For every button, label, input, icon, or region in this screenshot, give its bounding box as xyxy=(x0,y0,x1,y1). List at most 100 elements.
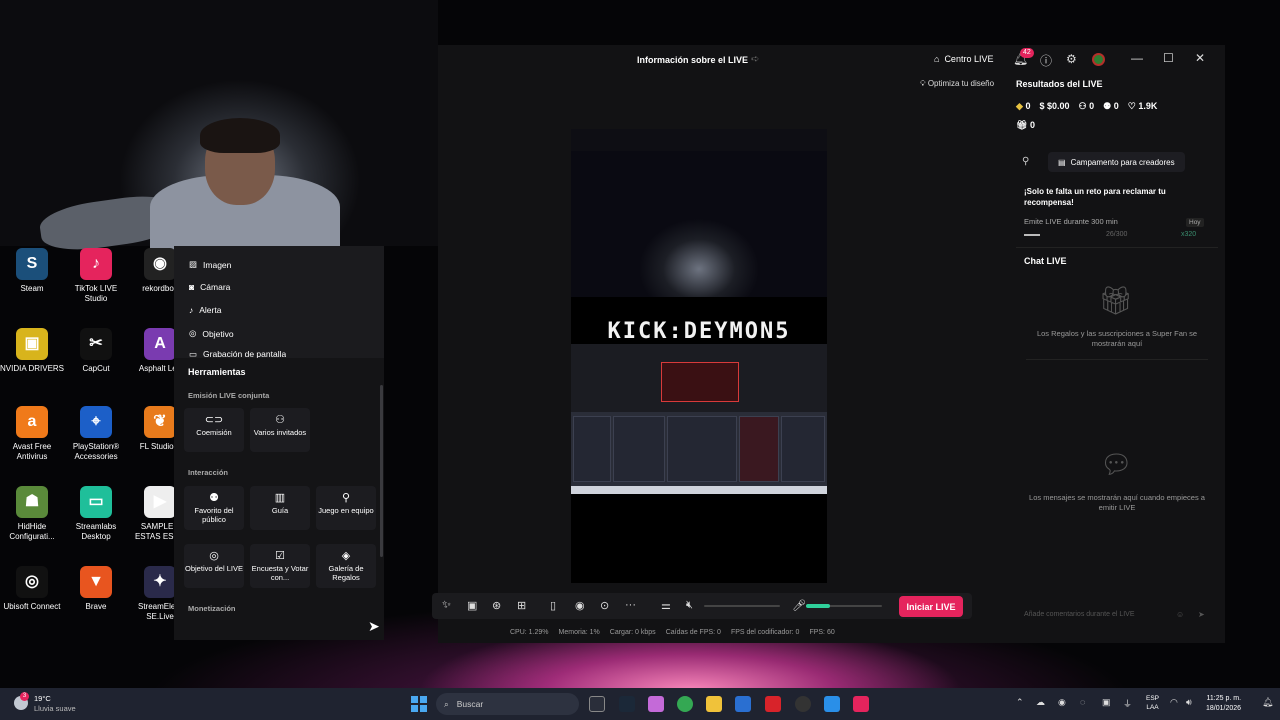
minimize-icon[interactable]: — xyxy=(1131,51,1143,65)
upload-stat: Cargar: 0 kbps xyxy=(609,629,656,636)
desktop-icon[interactable]: ▣ NVIDIA DRIVERS xyxy=(0,328,64,374)
source-imagen[interactable]: ▨ Imagen xyxy=(189,259,231,270)
language-indicator[interactable]: ESP LAA xyxy=(1146,694,1159,712)
desktop-icon[interactable]: ⌖ PlayStation® Accessories xyxy=(64,406,128,462)
asphalt-icon: A xyxy=(144,328,176,360)
wps-icon[interactable] xyxy=(765,696,781,712)
desktop-icon-label: Streamlabs Desktop xyxy=(75,522,117,541)
record-icon[interactable]: ◉ xyxy=(575,599,585,612)
stream-stats: CPU: 1.29% Memoria: 1% Cargar: 0 kbps Ca… xyxy=(510,629,835,636)
microphone-icon[interactable]: 🎤︎ xyxy=(792,599,806,612)
source-camara[interactable]: ◙ Cámara xyxy=(189,282,230,292)
desktop-icon[interactable]: a Avast Free Antivirus xyxy=(0,406,64,462)
preview-controls: ✨︎ ▣ ⊛ ⊞ ▯ ◉ ⊙ ··· ⚌ 🔇︎ 🎤︎ xyxy=(432,593,972,619)
gear-icon[interactable]: ⚙ xyxy=(1066,52,1077,66)
start-tile xyxy=(420,696,427,703)
challenge-reward: x320 xyxy=(1181,231,1197,238)
close-icon[interactable]: ✕ xyxy=(1195,51,1205,65)
layout-icon[interactable]: ⊞ xyxy=(517,599,526,612)
steam-taskbar-icon[interactable] xyxy=(619,696,635,712)
source-alerta[interactable]: ♪ Alerta xyxy=(189,305,221,315)
live-preview[interactable]: KICK:DEYMON5 xyxy=(571,129,827,583)
tray-app-icon[interactable]: ▣ xyxy=(1102,697,1111,708)
tool-guia[interactable]: ▥ Guía xyxy=(250,486,310,530)
optimize-layout-button[interactable]: 💡︎ Optimiza tu diseño xyxy=(920,79,994,89)
tiktok-live-studio-window: Información sobre el LIVE ➪ ⌂ Centro LIV… xyxy=(432,45,1225,643)
app-icon[interactable] xyxy=(824,696,840,712)
desktop-icon[interactable]: ▼ Brave xyxy=(64,566,128,612)
onedrive-icon[interactable]: ☁ xyxy=(1036,697,1045,708)
emoji-icon[interactable]: ☺ xyxy=(1176,610,1184,619)
chat-input[interactable]: Añade comentarios durante el LIVE xyxy=(1024,611,1174,618)
obs-icon[interactable] xyxy=(795,696,811,712)
encoder-fps-stat: FPS del codificador: 0 xyxy=(730,629,800,636)
maximize-icon[interactable]: ☐ xyxy=(1163,51,1174,65)
tool-favorito[interactable]: ⚉ Favorito del público xyxy=(184,486,244,530)
source-label: Grabación de pantalla xyxy=(203,350,287,358)
tool-objetivo-live[interactable]: ◎ Objetivo del LIVE xyxy=(184,544,244,588)
phone-icon[interactable]: ▯ xyxy=(550,599,556,612)
start-live-button[interactable]: Iniciar LIVE xyxy=(899,596,963,617)
chevron-up-icon[interactable]: ⌃ xyxy=(1016,697,1024,708)
gift-icon: 🎁︎ xyxy=(1016,120,1028,130)
desktop-icon[interactable]: ▭ Streamlabs Desktop xyxy=(64,486,128,542)
chrome-icon[interactable] xyxy=(677,696,693,712)
notifications-icon[interactable]: 🔔︎ xyxy=(1262,697,1273,708)
magic-wand-icon[interactable]: ✨︎ xyxy=(442,599,451,612)
today-badge: Hoy xyxy=(1186,218,1204,227)
likes-stat: ♡ 1.9K xyxy=(1128,101,1158,112)
avatar[interactable] xyxy=(1092,53,1105,66)
tray-app-icon[interactable]: ◌ xyxy=(1080,697,1085,707)
desktop-icon[interactable]: S Steam xyxy=(0,248,64,294)
taskbar-clock[interactable]: 11:25 p. m. 18/01/2026 xyxy=(1206,694,1241,714)
desktop-icon[interactable]: ✂ CapCut xyxy=(64,328,128,374)
source-objetivo[interactable]: ◎ Objetivo xyxy=(189,328,234,339)
help-icon[interactable]: ⓘ xyxy=(1040,52,1052,69)
effects-icon[interactable]: ▣ xyxy=(467,599,477,612)
bell-icon: ♪ xyxy=(189,305,194,315)
share-icon[interactable]: ➪ xyxy=(751,54,759,65)
file-explorer-icon[interactable] xyxy=(706,696,722,712)
replay-icon[interactable]: ⊙ xyxy=(600,599,609,612)
wifi-icon[interactable]: ◠ xyxy=(1170,697,1178,708)
send-icon[interactable]: ➤ xyxy=(1198,610,1205,619)
poll-icon: ☑ xyxy=(275,550,285,562)
steam-icon: S xyxy=(16,248,48,280)
ai-icon[interactable]: ⊛ xyxy=(492,599,501,612)
weather-badge: 3 xyxy=(20,692,29,701)
heart-icon: ♡ xyxy=(1127,101,1136,111)
desktop-icon[interactable]: ♪ TikTok LIVE Studio xyxy=(64,248,128,304)
tool-coemision[interactable]: ⊂⊃ Coemisión xyxy=(184,408,244,452)
settings-sliders-icon[interactable]: ⚌ xyxy=(661,599,671,612)
tiktok-taskbar-icon[interactable] xyxy=(853,696,869,712)
desktop-icon[interactable]: ☗ HidHide Configurati... xyxy=(0,486,64,542)
tool-juego-equipo[interactable]: ⚲ Juego en equipo xyxy=(316,486,376,530)
tool-label: Juego en equipo xyxy=(318,506,374,515)
source-label: Alerta xyxy=(199,305,222,315)
tray-app-icon[interactable]: ◉ xyxy=(1058,697,1066,708)
search-label: Buscar xyxy=(456,699,484,709)
speaker-volume-slider[interactable] xyxy=(704,605,780,607)
tool-encuesta[interactable]: ☑ Encuesta y Votar con... xyxy=(250,544,310,588)
campamento-button[interactable]: ▤ Campamento para creadores xyxy=(1048,152,1185,172)
source-grabacion[interactable]: ▭ Grabación de pantalla xyxy=(189,350,286,358)
copilot-icon[interactable] xyxy=(648,696,664,712)
task-view-icon[interactable] xyxy=(589,696,605,712)
more-icon[interactable]: ··· xyxy=(625,599,636,611)
tools-title: Herramientas xyxy=(188,367,246,377)
weather-widget[interactable]: 19°C Lluvia suave xyxy=(34,694,76,714)
speaker-muted-icon[interactable]: 🔇︎ xyxy=(686,599,693,612)
usb-icon[interactable]: ⏚ xyxy=(1123,697,1132,710)
tool-galeria-regalos[interactable]: ◈ Galería de Regalos xyxy=(316,544,376,588)
store-icon[interactable] xyxy=(735,696,751,712)
tool-varios-invitados[interactable]: ⚇ Varios invitados xyxy=(250,408,310,452)
windows-start-icon[interactable] xyxy=(411,696,427,712)
tool-label: Varios invitados xyxy=(253,428,307,437)
desktop-icon[interactable]: ◎ Ubisoft Connect xyxy=(0,566,64,612)
live-info-title[interactable]: Información sobre el LIVE xyxy=(637,55,748,65)
volume-icon[interactable]: 🔊︎ xyxy=(1186,697,1192,708)
avast-icon: a xyxy=(16,406,48,438)
taskbar-search[interactable]: ⌕ Buscar xyxy=(436,693,579,715)
tools-scrollbar[interactable] xyxy=(380,385,383,557)
centro-live-button[interactable]: ⌂ Centro LIVE xyxy=(934,54,993,64)
